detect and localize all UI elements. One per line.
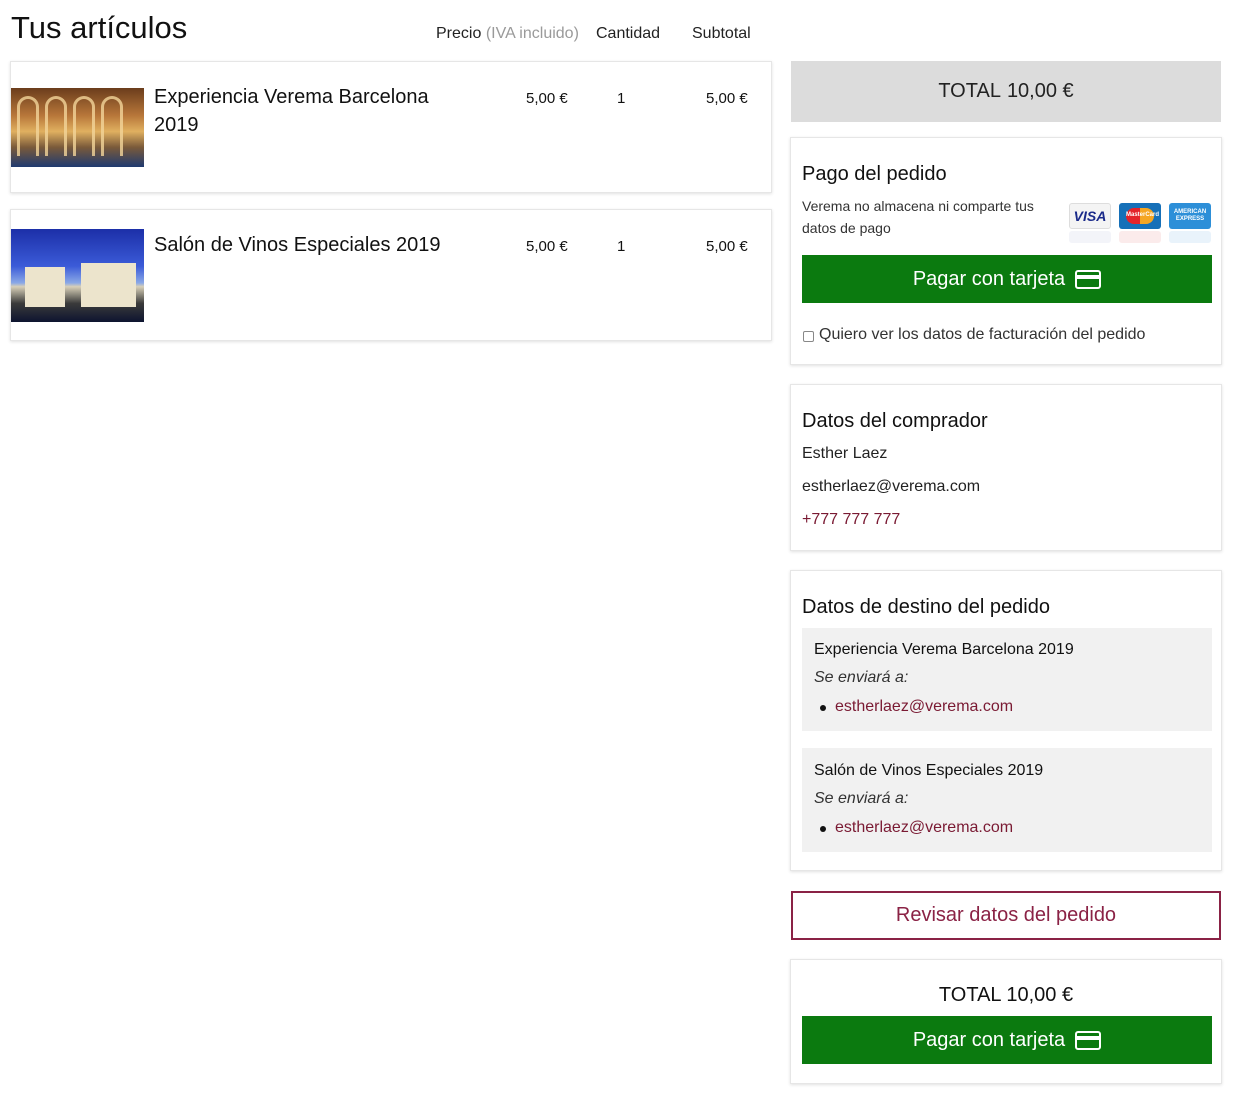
- product-image: [11, 229, 144, 322]
- destination-entry: Salón de Vinos Especiales 2019 Se enviar…: [802, 748, 1212, 852]
- destination-product: Salón de Vinos Especiales 2019: [814, 762, 1044, 779]
- product-image: [11, 88, 144, 167]
- payment-panel: Pago del pedido Verema no almacena ni co…: [790, 137, 1222, 365]
- bottom-total-panel: TOTAL 10,00 € Pagar con tarjeta: [790, 959, 1222, 1084]
- column-header-subtotal: Subtotal: [692, 25, 751, 42]
- payment-title: Pago del pedido: [802, 163, 947, 185]
- destination-product: Experiencia Verema Barcelona 2019: [814, 641, 1074, 658]
- destination-entry: Experiencia Verema Barcelona 2019 Se env…: [802, 628, 1212, 731]
- visa-logo: VISA: [1069, 203, 1111, 229]
- billing-checkbox-label[interactable]: Quiero ver los datos de facturación del …: [819, 326, 1145, 344]
- product-quantity: 1: [617, 90, 626, 107]
- pay-button-label: Pagar con tarjeta: [912, 267, 1066, 290]
- product-subtotal: 5,00 €: [706, 238, 748, 255]
- cart-item: Salón de Vinos Especiales 2019 5,00 € 1 …: [10, 209, 772, 341]
- bullet-icon: [820, 826, 826, 832]
- destination-title: Datos de destino del pedido: [802, 596, 1050, 618]
- product-price: 5,00 €: [526, 90, 568, 107]
- buyer-email: estherlaez@verema.com: [802, 478, 981, 495]
- pay-button-label: Pagar con tarjeta: [912, 1028, 1066, 1051]
- credit-card-icon: [1075, 269, 1102, 289]
- mastercard-logo: MasterCard: [1119, 203, 1161, 229]
- product-name: Experiencia Verema Barcelona 2019: [154, 86, 429, 136]
- credit-card-icon: [1075, 1030, 1102, 1050]
- destination-send-to-label: Se enviará a:: [814, 669, 909, 686]
- buyer-name: Esther Laez: [802, 445, 888, 462]
- total-label: TOTAL: [938, 80, 1001, 102]
- product-price: 5,00 €: [526, 238, 568, 255]
- buyer-phone-link[interactable]: +777 777 777: [802, 511, 900, 529]
- pay-with-card-button[interactable]: Pagar con tarjeta: [802, 255, 1212, 303]
- amex-logo: AMERICAN EXPRESS: [1169, 203, 1211, 229]
- product-name: Salón de Vinos Especiales 2019: [154, 234, 441, 256]
- review-order-button[interactable]: Revisar datos del pedido: [791, 891, 1221, 940]
- cart-item: Experiencia Verema Barcelona 2019 5,00 €…: [10, 61, 772, 193]
- total-value: 10,00 €: [1006, 80, 1074, 102]
- bullet-icon: [820, 705, 826, 711]
- pay-with-card-button-bottom[interactable]: Pagar con tarjeta: [802, 1016, 1212, 1064]
- destination-email-link[interactable]: estherlaez@verema.com: [835, 698, 1013, 716]
- order-total: TOTAL 10,00 €: [791, 61, 1221, 122]
- column-header-quantity: Cantidad: [596, 25, 661, 42]
- buyer-title: Datos del comprador: [802, 410, 988, 432]
- destination-email-link[interactable]: estherlaez@verema.com: [835, 819, 1013, 837]
- buyer-panel: Datos del comprador Esther Laez estherla…: [790, 384, 1222, 551]
- product-quantity: 1: [617, 238, 626, 255]
- column-header-price-label: Precio: [436, 25, 482, 42]
- payment-notice: Verema no almacena ni comparte tus datos…: [802, 198, 1034, 236]
- product-subtotal: 5,00 €: [706, 90, 748, 107]
- page-title: Tus artículos: [11, 10, 188, 45]
- destination-send-to-label: Se enviará a:: [814, 790, 909, 807]
- billing-checkbox[interactable]: [803, 331, 814, 342]
- column-header-price: Precio (IVA incluido): [436, 25, 579, 43]
- destination-panel: Datos de destino del pedido Experiencia …: [790, 570, 1222, 871]
- column-header-price-note: (IVA incluido): [485, 25, 579, 42]
- bottom-order-total: TOTAL 10,00 €: [938, 984, 1074, 1006]
